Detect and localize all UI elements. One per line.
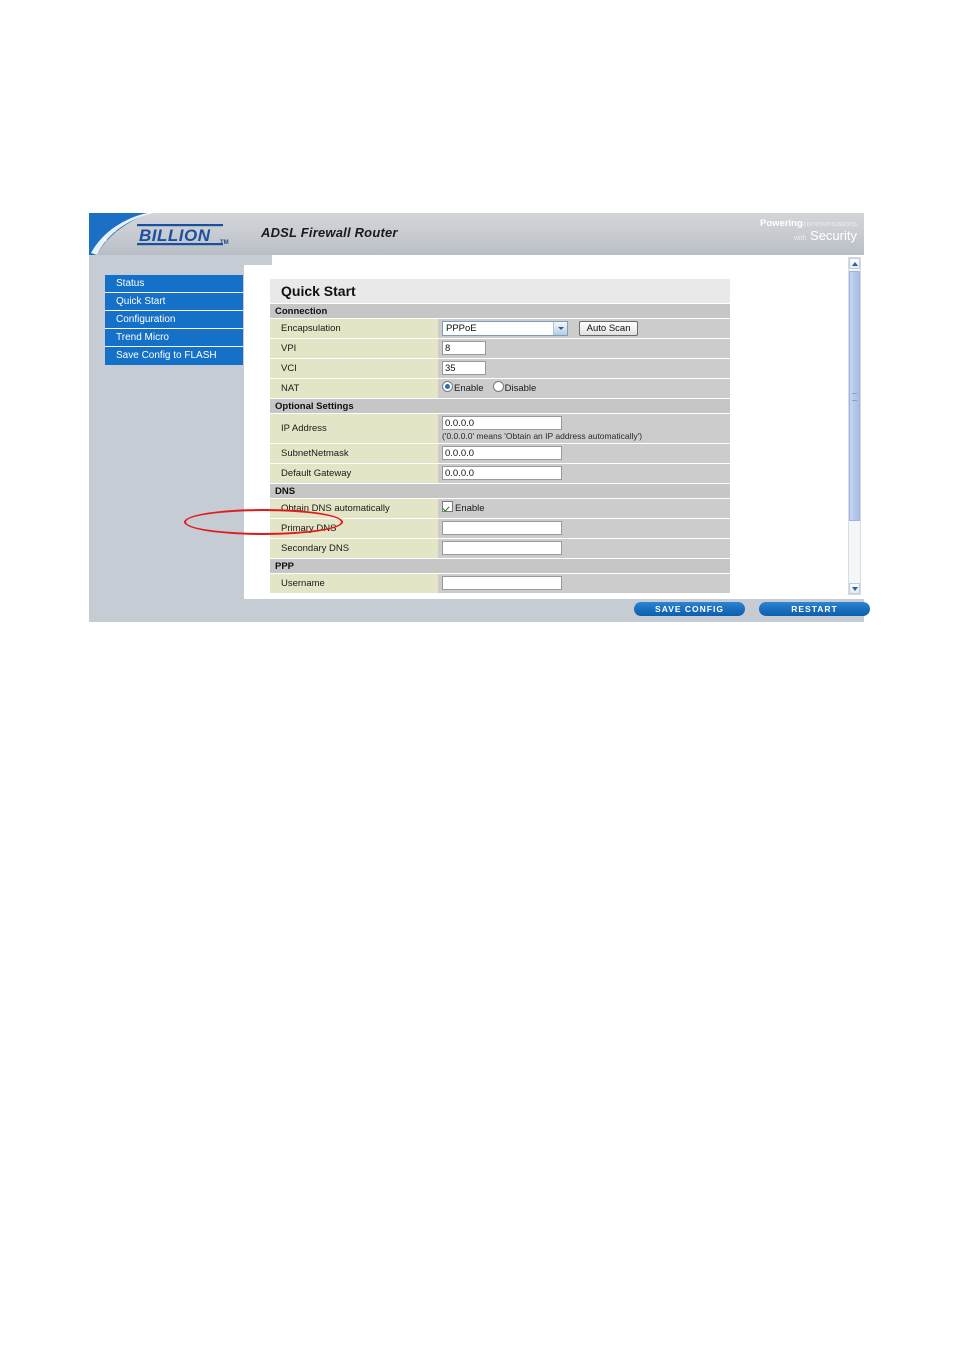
quick-start-form: Quick Start Connection Encapsulation PPP… xyxy=(270,279,730,593)
value-secondary-dns xyxy=(438,539,730,558)
page-header-title: ADSL Firewall Router xyxy=(261,225,398,240)
nat-disable-label: Disable xyxy=(504,383,537,394)
label-primary-dns: Primary DNS xyxy=(270,519,438,538)
app-body: Status Quick Start Configuration Trend M… xyxy=(89,255,864,599)
panel-corner-notch xyxy=(244,255,272,265)
label-default-gateway: Default Gateway xyxy=(270,464,438,483)
sidebar-item-save-config-to-flash[interactable]: Save Config to FLASH xyxy=(105,347,243,365)
row-vpi: VPI 8 xyxy=(270,338,730,358)
section-header-optional-settings: Optional Settings xyxy=(270,398,730,413)
trademark-symbol: TM xyxy=(220,240,229,246)
scroll-down-arrow-icon[interactable] xyxy=(849,583,860,594)
row-ip-address: IP Address 0.0.0.0 ('0.0.0.0' means 'Obt… xyxy=(270,413,730,443)
encapsulation-select[interactable]: PPPoE xyxy=(442,321,568,336)
label-encapsulation: Encapsulation xyxy=(270,319,438,338)
value-obtain-dns-automatically: Enable xyxy=(438,499,730,518)
row-subnet-netmask: SubnetNetmask 0.0.0.0 xyxy=(270,443,730,463)
row-vci: VCI 35 xyxy=(270,358,730,378)
label-nat: NAT xyxy=(270,379,438,398)
label-username: Username xyxy=(270,574,438,593)
secondary-dns-input[interactable] xyxy=(442,541,562,555)
sidebar-item-trend-micro[interactable]: Trend Micro xyxy=(105,329,243,347)
value-vci: 35 xyxy=(438,359,730,378)
vpi-input[interactable]: 8 xyxy=(442,341,486,355)
label-vpi: VPI xyxy=(270,339,438,358)
username-input[interactable] xyxy=(442,576,562,590)
label-vci: VCI xyxy=(270,359,438,378)
encapsulation-select-value: PPPoE xyxy=(446,323,477,334)
content-scrollbar[interactable] xyxy=(848,257,861,595)
label-subnet-netmask: SubnetNetmask xyxy=(270,444,438,463)
vci-input[interactable]: 35 xyxy=(442,361,486,375)
restart-button[interactable]: RESTART xyxy=(759,602,870,616)
brand-tagline: Poweringcommunications with Security xyxy=(760,219,857,243)
obtain-dns-checkbox[interactable] xyxy=(442,501,453,512)
save-config-button[interactable]: SAVE CONFIG xyxy=(634,602,745,616)
sidebar-item-status[interactable]: Status xyxy=(105,275,243,293)
tagline-with: with xyxy=(793,234,807,242)
section-header-ppp: PPP xyxy=(270,558,730,573)
row-secondary-dns: Secondary DNS xyxy=(270,538,730,558)
row-username: Username xyxy=(270,573,730,593)
nat-disable-radio[interactable] xyxy=(492,381,504,392)
scrollbar-thumb[interactable] xyxy=(849,271,860,521)
row-obtain-dns-automatically: Obtain DNS automatically Enable xyxy=(270,498,730,518)
svg-text:BILLION: BILLION xyxy=(139,226,211,245)
nat-radio-group: Enable Disable xyxy=(442,381,545,394)
tagline-communications: communications xyxy=(802,219,857,228)
default-gateway-input[interactable]: 0.0.0.0 xyxy=(442,466,562,480)
label-obtain-dns-automatically: Obtain DNS automatically xyxy=(270,499,438,518)
router-admin-window: BILLION TM ADSL Firewall Router Powering… xyxy=(89,213,870,622)
section-header-connection: Connection xyxy=(270,303,730,318)
value-encapsulation: PPPoE Auto Scan xyxy=(438,319,730,338)
section-header-dns: DNS xyxy=(270,483,730,498)
sidebar-item-configuration[interactable]: Configuration xyxy=(105,311,243,329)
value-subnet-netmask: 0.0.0.0 xyxy=(438,444,730,463)
auto-scan-button[interactable]: Auto Scan xyxy=(578,321,639,336)
row-nat: NAT Enable Disable xyxy=(270,378,730,398)
sidebar-item-quick-start[interactable]: Quick Start xyxy=(105,293,243,311)
tagline-powering: Powering xyxy=(760,218,803,229)
value-vpi: 8 xyxy=(438,339,730,358)
label-secondary-dns: Secondary DNS xyxy=(270,539,438,558)
row-primary-dns: Primary DNS xyxy=(270,518,730,538)
ip-address-input[interactable]: 0.0.0.0 xyxy=(442,416,562,430)
page-title: Quick Start xyxy=(270,279,730,303)
subnet-netmask-input[interactable]: 0.0.0.0 xyxy=(442,446,562,460)
app-header: BILLION TM ADSL Firewall Router Powering… xyxy=(89,213,864,255)
row-default-gateway: Default Gateway 0.0.0.0 xyxy=(270,463,730,483)
value-primary-dns xyxy=(438,519,730,538)
ip-address-hint: ('0.0.0.0' means 'Obtain an IP address a… xyxy=(442,431,643,441)
value-ip-address: 0.0.0.0 ('0.0.0.0' means 'Obtain an IP a… xyxy=(438,414,730,443)
nat-enable-label: Enable xyxy=(454,383,484,394)
chevron-down-icon[interactable] xyxy=(553,322,567,335)
value-username xyxy=(438,574,730,593)
scroll-up-arrow-icon[interactable] xyxy=(849,258,860,269)
primary-dns-input[interactable] xyxy=(442,521,562,535)
value-nat: Enable Disable xyxy=(438,379,730,398)
nat-enable-radio[interactable] xyxy=(442,381,453,392)
row-encapsulation: Encapsulation PPPoE Auto Scan xyxy=(270,318,730,338)
label-ip-address: IP Address xyxy=(270,414,438,443)
obtain-dns-checkbox-label: Enable xyxy=(455,503,485,514)
value-default-gateway: 0.0.0.0 xyxy=(438,464,730,483)
sidebar-nav: Status Quick Start Configuration Trend M… xyxy=(105,275,243,365)
tagline-security: Security xyxy=(810,227,857,243)
app-footer: SAVE CONFIG RESTART xyxy=(89,599,870,622)
